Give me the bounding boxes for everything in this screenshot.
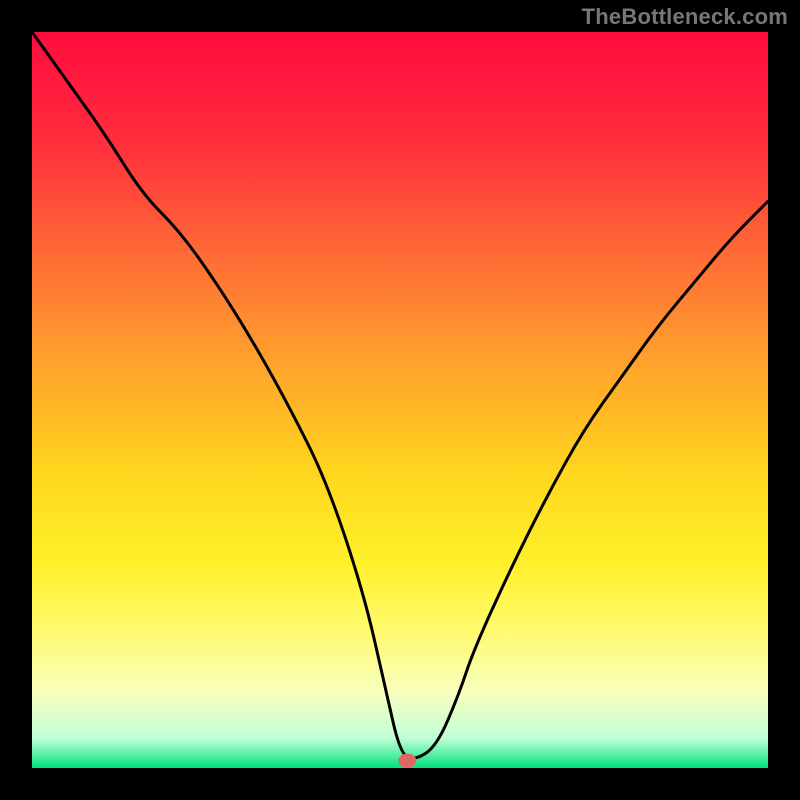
chart-frame: TheBottleneck.com [0,0,800,800]
gradient-background [32,32,768,768]
plot-area [32,32,768,768]
bottleneck-chart [32,32,768,768]
attribution-label: TheBottleneck.com [582,4,788,30]
optimal-point-marker [398,754,416,768]
